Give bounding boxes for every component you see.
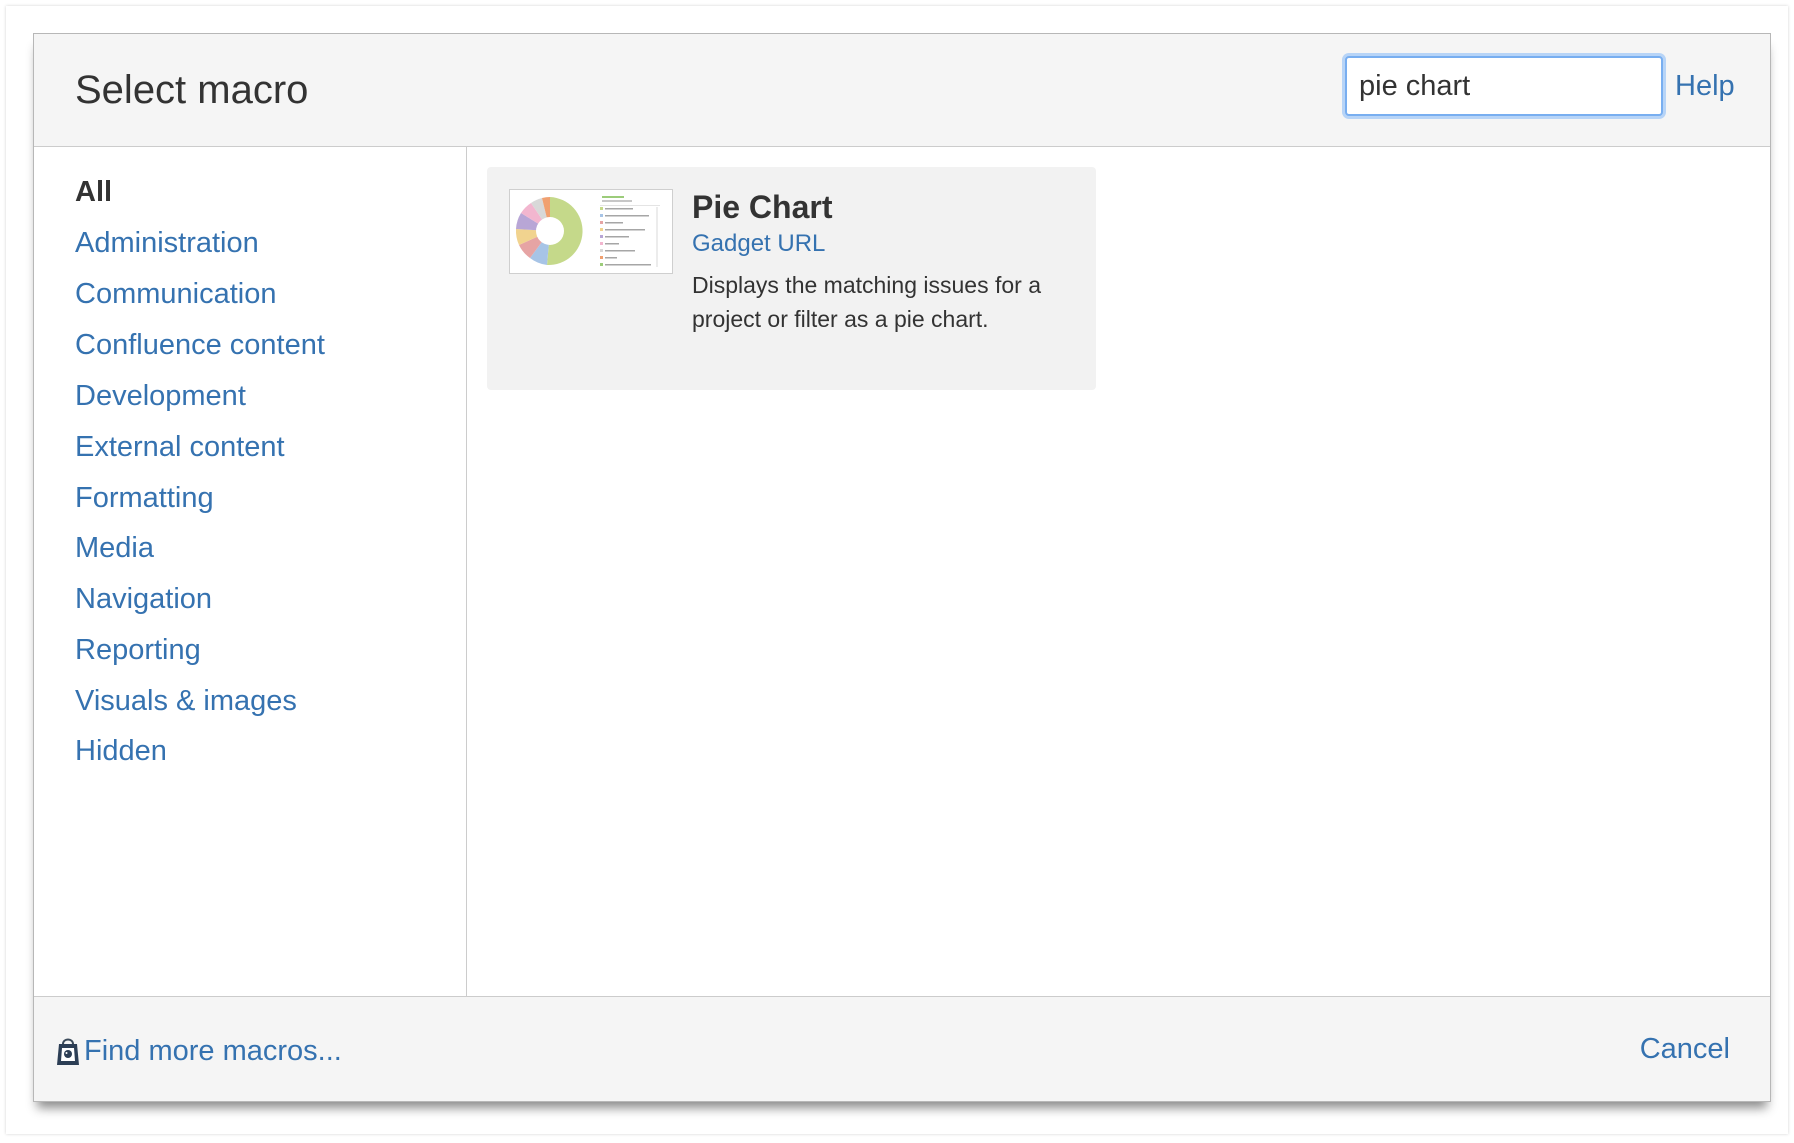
macro-description: Displays the matching issues for a proje… <box>692 272 1041 332</box>
category-all[interactable]: All <box>75 178 112 207</box>
category-navigation[interactable]: Navigation <box>75 585 212 614</box>
find-more-macros-link[interactable]: Find more macros... <box>56 1035 342 1067</box>
find-more-macros-label: Find more macros... <box>84 1034 342 1067</box>
category-formatting[interactable]: Formatting <box>75 484 214 513</box>
cancel-button[interactable]: Cancel <box>1640 1035 1730 1064</box>
category-hidden[interactable]: Hidden <box>75 737 167 766</box>
macro-results: Pie Chart Gadget URL Displays the matchi… <box>467 147 1770 997</box>
dialog-header: Select macro Help <box>34 34 1770 147</box>
pie-chart-thumbnail-icon <box>509 189 673 274</box>
macro-card-pie-chart[interactable]: Pie Chart Gadget URL Displays the matchi… <box>487 167 1096 390</box>
screenshot-frame: Select macro Help All Administration Com… <box>6 6 1788 1134</box>
category-external-content[interactable]: External content <box>75 433 285 462</box>
marketplace-bag-icon <box>56 1035 80 1067</box>
category-communication[interactable]: Communication <box>75 280 276 309</box>
dialog-title: Select macro <box>75 68 309 112</box>
category-sidebar: All Administration Communication Conflue… <box>34 147 467 997</box>
category-media[interactable]: Media <box>75 534 154 563</box>
macro-name: Pie Chart <box>692 189 833 225</box>
select-macro-dialog: Select macro Help All Administration Com… <box>33 33 1771 1102</box>
category-reporting[interactable]: Reporting <box>75 636 201 665</box>
gadget-url-link[interactable]: Gadget URL <box>692 232 825 256</box>
dialog-footer: Find more macros... Cancel <box>34 996 1770 1101</box>
macro-search-input[interactable] <box>1345 56 1663 116</box>
help-link[interactable]: Help <box>1675 72 1735 101</box>
category-confluence-content[interactable]: Confluence content <box>75 331 325 360</box>
category-development[interactable]: Development <box>75 382 246 411</box>
category-administration[interactable]: Administration <box>75 229 259 258</box>
category-visuals-images[interactable]: Visuals & images <box>75 687 297 716</box>
